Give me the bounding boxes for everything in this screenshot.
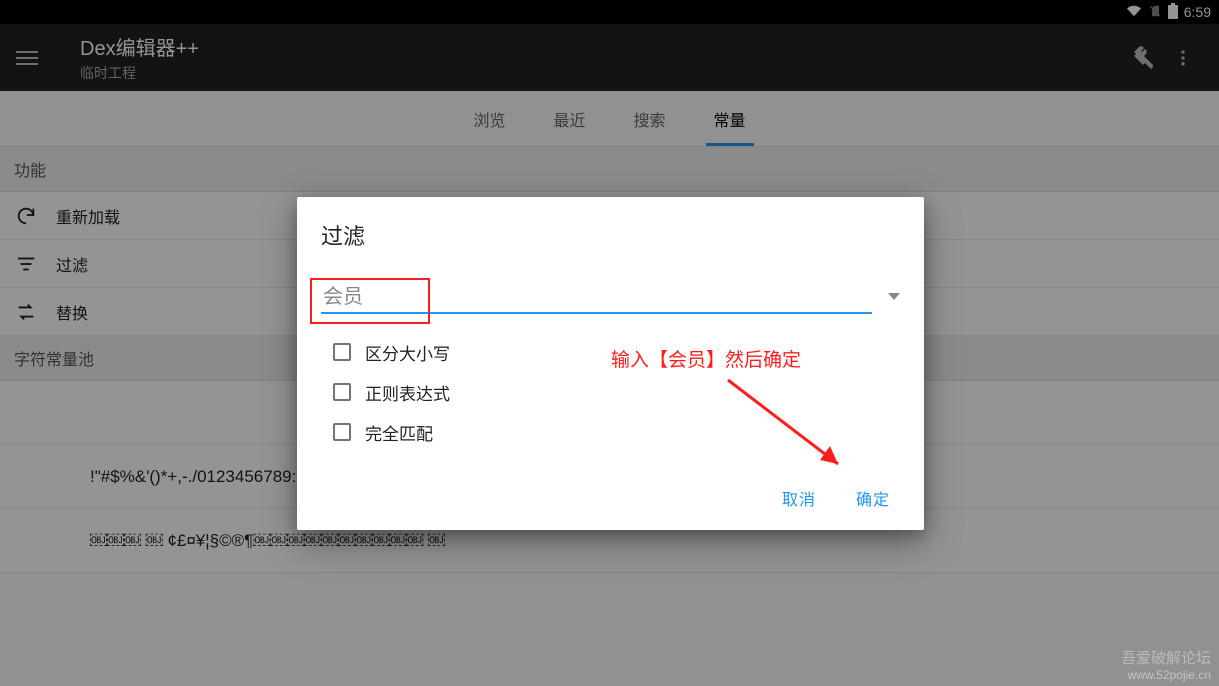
dialog-title: 过滤 <box>321 219 900 251</box>
checkbox-icon <box>333 423 351 441</box>
dropdown-icon[interactable] <box>888 293 900 300</box>
checkbox-label: 区分大小写 <box>365 340 450 365</box>
filter-input-wrap <box>321 279 872 314</box>
cancel-button[interactable]: 取消 <box>778 478 820 518</box>
checkbox-case-sensitive[interactable]: 区分大小写 <box>333 332 900 372</box>
checkbox-icon <box>333 383 351 401</box>
ok-button[interactable]: 确定 <box>852 478 894 518</box>
checkbox-icon <box>333 343 351 361</box>
checkbox-label: 完全匹配 <box>365 420 433 445</box>
watermark: 吾爱破解论坛 www.52pojie.cn <box>1121 650 1211 682</box>
filter-dialog: 过滤 区分大小写 正则表达式 完全匹配 取消 确定 <box>297 197 924 530</box>
checkbox-label: 正则表达式 <box>365 380 450 405</box>
watermark-line2: www.52pojie.cn <box>1121 668 1211 682</box>
watermark-line1: 吾爱破解论坛 <box>1121 650 1211 668</box>
checkbox-regex[interactable]: 正则表达式 <box>333 372 900 412</box>
filter-input[interactable] <box>321 279 872 314</box>
checkbox-exact-match[interactable]: 完全匹配 <box>333 412 900 452</box>
